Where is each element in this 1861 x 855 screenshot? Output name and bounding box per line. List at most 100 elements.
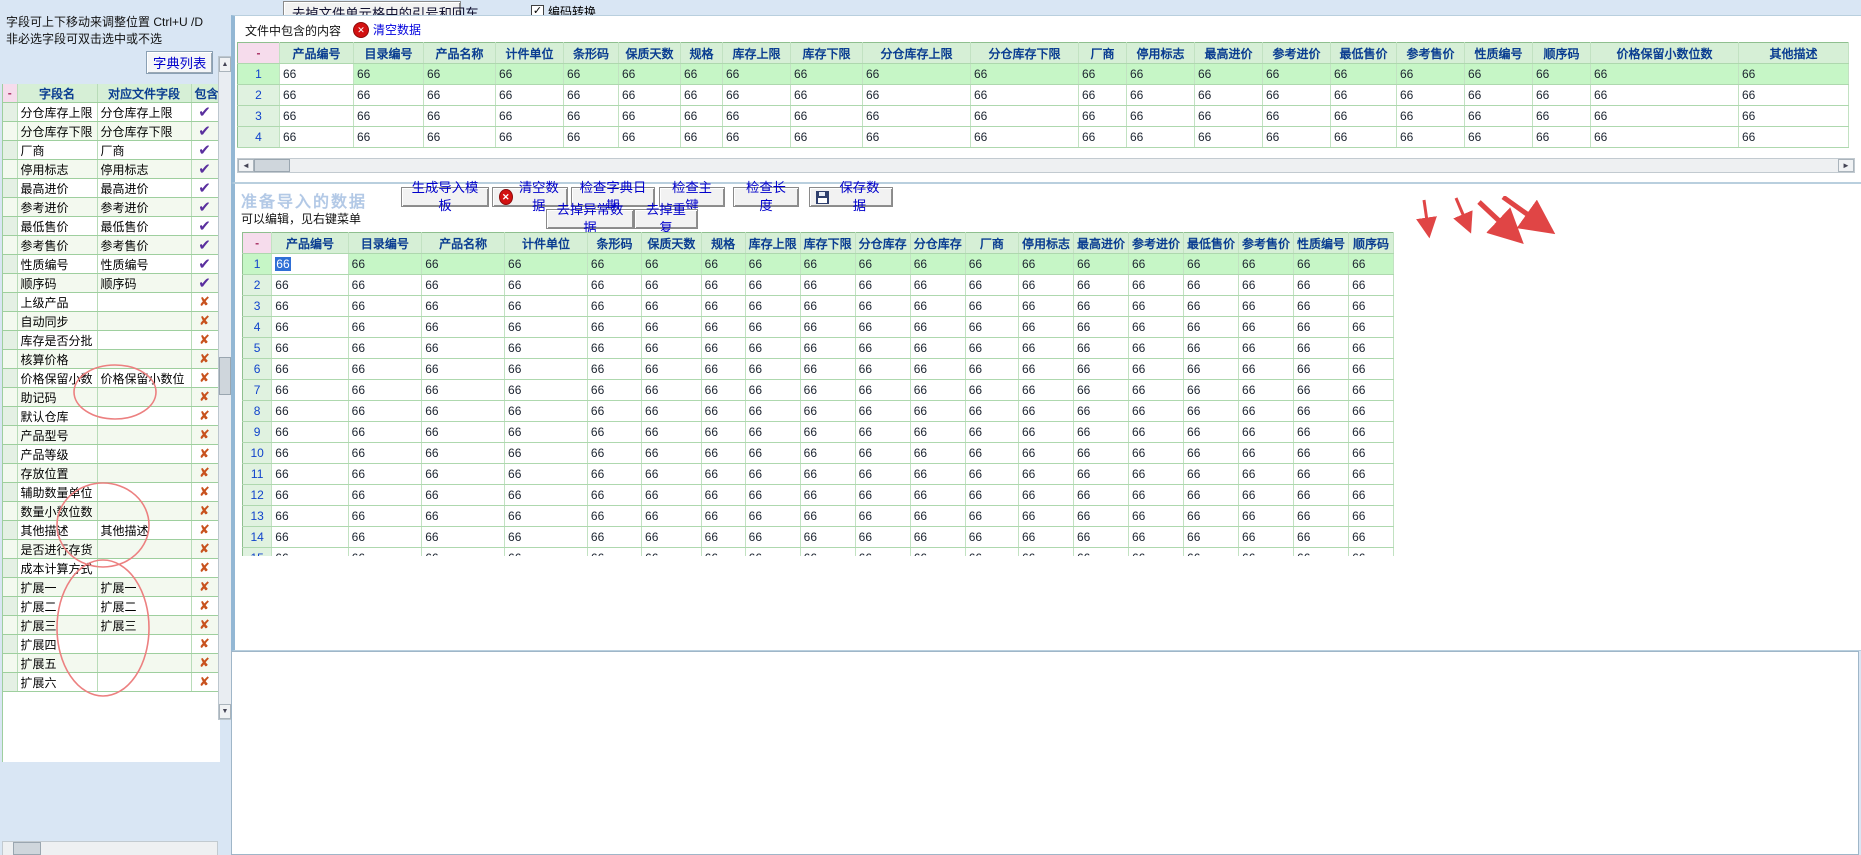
row-selector-cell[interactable] [3,369,17,388]
included-cell[interactable] [191,502,218,521]
column-header[interactable]: 产品编号 [280,43,354,64]
data-cell[interactable]: 66 [910,401,965,422]
data-cell[interactable]: 66 [1129,527,1184,548]
included-cell[interactable] [191,236,218,255]
data-cell[interactable]: 66 [422,380,505,401]
data-cell[interactable]: 66 [587,464,641,485]
column-header[interactable]: 最低售价 [1184,233,1239,254]
data-cell[interactable]: 66 [791,106,863,127]
data-cell[interactable]: 66 [505,317,588,338]
file-field-cell[interactable] [97,464,191,483]
data-cell[interactable]: 66 [1239,527,1294,548]
column-header[interactable]: 顺序码 [1533,43,1591,64]
data-cell[interactable]: 66 [587,317,641,338]
data-cell[interactable]: 66 [642,359,702,380]
data-cell[interactable]: 66 [1349,338,1394,359]
data-cell[interactable]: 66 [1073,380,1128,401]
data-cell[interactable]: 66 [587,485,641,506]
row-selector-cell[interactable] [3,597,17,616]
data-cell[interactable]: 66 [1349,359,1394,380]
data-cell[interactable]: 66 [587,443,641,464]
row-number-cell[interactable]: 12 [243,485,272,506]
row-selector-cell[interactable] [3,388,17,407]
data-cell[interactable]: 66 [642,443,702,464]
data-cell[interactable]: 66 [800,422,855,443]
data-cell[interactable]: 66 [1073,443,1128,464]
data-cell[interactable]: 66 [1073,485,1128,506]
data-cell[interactable]: 66 [701,485,745,506]
data-cell[interactable]: 66 [855,485,910,506]
field-name-cell[interactable]: 最高进价 [17,179,97,198]
data-cell[interactable]: 66 [1739,106,1849,127]
file-field-cell[interactable] [97,654,191,673]
field-name-cell[interactable]: 顺序码 [17,274,97,293]
included-cell[interactable] [191,350,218,369]
data-cell[interactable]: 66 [1533,64,1591,85]
data-cell[interactable]: 66 [1018,380,1073,401]
column-header[interactable]: 最高进价 [1073,233,1128,254]
data-cell[interactable]: 66 [348,296,422,317]
included-cell[interactable] [191,198,218,217]
data-cell[interactable]: 66 [587,422,641,443]
data-cell[interactable]: 66 [1349,422,1394,443]
row-number-cell[interactable]: 6 [243,359,272,380]
data-cell[interactable]: 66 [354,64,424,85]
dict-list-button[interactable]: 字典列表 [146,51,213,74]
data-cell[interactable]: 66 [642,401,702,422]
data-cell[interactable]: 66 [1073,401,1128,422]
data-cell[interactable]: 66 [422,464,505,485]
row-number-cell[interactable]: 11 [243,464,272,485]
data-cell[interactable]: 66 [348,464,422,485]
included-cell[interactable] [191,635,218,654]
column-header[interactable]: 最低售价 [1331,43,1397,64]
file-field-cell[interactable] [97,426,191,445]
column-header[interactable]: 参考进价 [1263,43,1331,64]
row-selector-cell[interactable] [3,483,17,502]
data-cell[interactable]: 66 [745,506,800,527]
data-cell[interactable]: 66 [1129,485,1184,506]
row-selector-cell[interactable] [3,255,17,274]
field-name-cell[interactable]: 上级产品 [17,293,97,312]
column-header[interactable]: 条形码 [587,233,641,254]
data-cell[interactable]: 66 [1129,275,1184,296]
data-cell[interactable]: 66 [1294,527,1349,548]
file-content-horizontal-scrollbar[interactable] [237,158,1855,173]
column-header[interactable]: 性质编号 [1294,233,1349,254]
data-cell[interactable]: 66 [505,443,588,464]
data-cell[interactable]: 66 [855,527,910,548]
row-number-cell[interactable]: 4 [238,127,280,148]
data-cell[interactable]: 66 [1331,64,1397,85]
file-field-cell[interactable] [97,407,191,426]
data-cell[interactable]: 66 [1018,317,1073,338]
data-cell[interactable]: 66 [348,506,422,527]
data-cell[interactable]: 66 [1018,548,1073,557]
data-cell[interactable]: 66 [1294,338,1349,359]
data-cell[interactable]: 66 [1294,506,1349,527]
column-header[interactable]: 库存上限 [723,43,791,64]
data-cell[interactable]: 66 [800,359,855,380]
included-cell[interactable] [191,559,218,578]
row-selector-cell[interactable] [3,426,17,445]
data-cell[interactable]: 66 [1184,548,1239,557]
row-number-cell[interactable]: 14 [243,527,272,548]
data-cell[interactable]: 66 [1465,64,1533,85]
data-cell[interactable]: 66 [745,359,800,380]
data-cell[interactable]: 66 [1739,127,1849,148]
data-cell[interactable]: 66 [1079,127,1127,148]
data-cell[interactable]: 66 [505,254,588,275]
row-selector-cell[interactable] [3,179,17,198]
row-number-cell[interactable]: 5 [243,338,272,359]
data-cell[interactable]: 66 [642,548,702,557]
column-header[interactable]: 保质天数 [642,233,702,254]
data-cell[interactable]: 66 [1073,338,1128,359]
data-cell[interactable]: 66 [496,127,564,148]
included-cell[interactable] [191,122,218,141]
column-header[interactable]: 库存上限 [745,233,800,254]
data-cell[interactable]: 66 [1239,317,1294,338]
data-cell[interactable]: 66 [1263,127,1331,148]
data-cell[interactable]: 66 [800,485,855,506]
data-cell[interactable]: 66 [910,275,965,296]
data-cell[interactable]: 66 [1349,380,1394,401]
data-cell[interactable]: 66 [348,380,422,401]
data-cell[interactable]: 66 [1184,275,1239,296]
